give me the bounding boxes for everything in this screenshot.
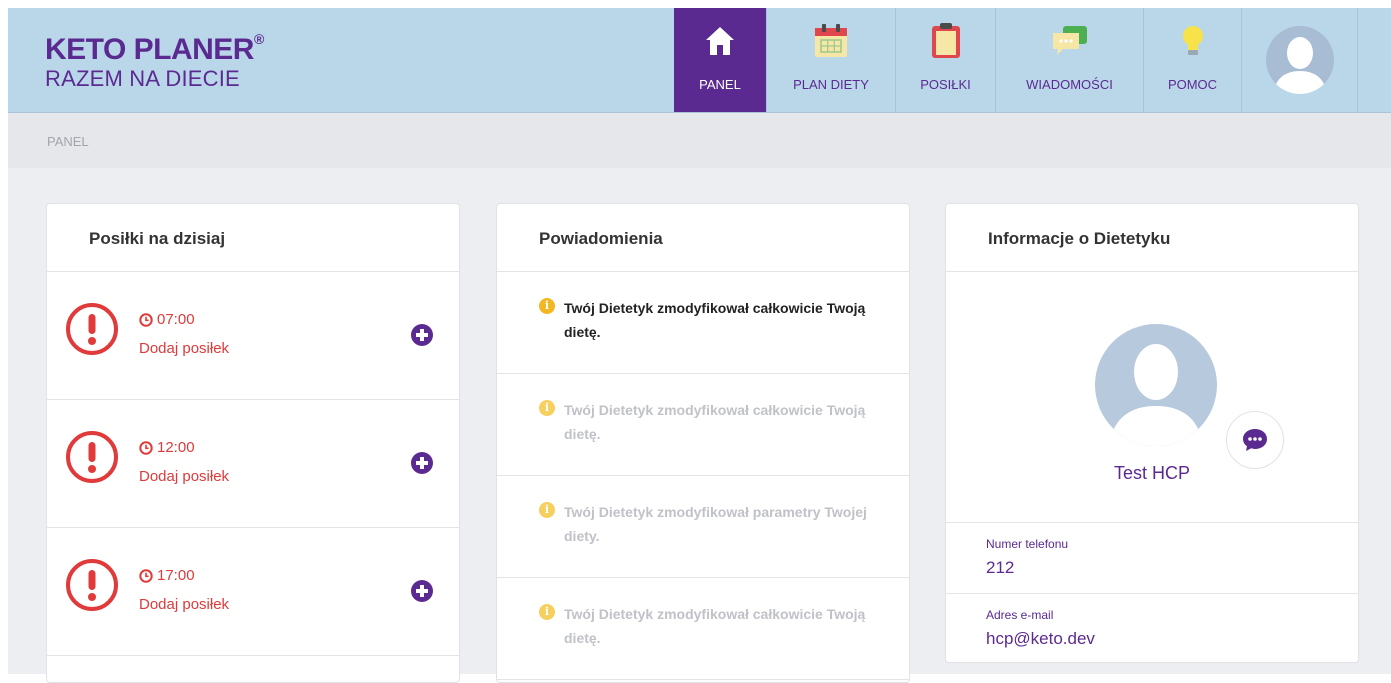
info-icon: i	[539, 502, 555, 518]
notification-item[interactable]: i Twój Dietetyk zmodyfikował całkowicie …	[497, 374, 909, 476]
chat-icon	[1051, 23, 1089, 59]
notification-text: Twój Dietetyk zmodyfikował całkowicie Tw…	[564, 402, 866, 442]
meal-time-value: 07:00	[157, 311, 195, 328]
message-dietitian-button[interactable]	[1226, 411, 1284, 469]
home-icon	[705, 23, 735, 59]
calendar-icon	[814, 23, 848, 59]
meal-time: 17:00	[139, 567, 195, 584]
nav-item-wiadomosci[interactable]: WIADOMOŚCI	[996, 8, 1144, 112]
info-icon: i	[539, 604, 555, 620]
meal-row: 07:00 Dodaj posiłek	[47, 272, 459, 400]
add-meal-link[interactable]: Dodaj posiłek	[139, 340, 229, 357]
notification-text: Twój Dietetyk zmodyfikował parametry Two…	[564, 504, 867, 544]
dietitian-card: Informacje o Dietetyku Test HCP Numer te…	[945, 203, 1359, 663]
breadcrumb-bar: PANEL	[8, 113, 1391, 168]
meal-time: 07:00	[139, 311, 195, 328]
person-icon	[1109, 344, 1203, 446]
alert-icon	[66, 431, 118, 483]
nav-label-pomoc: POMOC	[1167, 77, 1218, 92]
lightbulb-icon	[1181, 23, 1205, 59]
user-avatar-button[interactable]	[1242, 8, 1358, 112]
meals-card-title: Posiłki na dzisiaj	[47, 204, 459, 272]
nav-item-posilki[interactable]: POSIŁKI	[896, 8, 996, 112]
nav-item-panel[interactable]: PANEL	[674, 8, 767, 112]
nav-label-posilki: POSIŁKI	[920, 77, 971, 92]
notification-item[interactable]: i Twój Dietetyk zmodyfikował całkowicie …	[497, 272, 909, 374]
notifications-card-title: Powiadomienia	[497, 204, 909, 272]
add-meal-button[interactable]	[411, 324, 433, 346]
notification-item[interactable]: i Twój Dietetyk zmodyfikował całkowicie …	[497, 578, 909, 680]
user-avatar-icon	[1265, 26, 1334, 94]
nav-label-wiadomosci: WIADOMOŚCI	[1026, 77, 1113, 92]
notification-item[interactable]: i Twój Dietetyk zmodyfikował parametry T…	[497, 476, 909, 578]
add-meal-button[interactable]	[411, 580, 433, 602]
alert-icon	[66, 559, 118, 611]
breadcrumb: PANEL	[47, 134, 89, 149]
notification-text: Twój Dietetyk zmodyfikował całkowicie Tw…	[564, 606, 866, 646]
nav-item-pomoc[interactable]: POMOC	[1144, 8, 1242, 112]
email-value[interactable]: hcp@keto.dev	[986, 629, 1095, 649]
nav-item-plan-diety[interactable]: PLAN DIETY	[767, 8, 896, 112]
clipboard-icon	[931, 23, 961, 59]
add-meal-button[interactable]	[411, 452, 433, 474]
top-header: KETO PLANER® RAZEM NA DIECIE PANEL PLAN …	[8, 8, 1391, 114]
alert-icon	[66, 303, 118, 355]
nav-label-plan-diety: PLAN DIETY	[793, 77, 869, 92]
email-label: Adres e-mail	[986, 608, 1054, 622]
info-icon: i	[539, 400, 555, 416]
dietitian-avatar	[1095, 324, 1217, 446]
brand-title: KETO PLANER®	[45, 31, 264, 66]
brand-subtitle: RAZEM NA DIECIE	[45, 66, 240, 91]
add-meal-link[interactable]: Dodaj posiłek	[139, 596, 229, 613]
main-nav: PANEL PLAN DIETY POSIŁKI WIADOMOŚCI POMO…	[674, 8, 1358, 112]
clock-icon	[139, 568, 153, 583]
meal-row: 17:00 Dodaj posiłek	[47, 528, 459, 656]
add-meal-link[interactable]: Dodaj posiłek	[139, 468, 229, 485]
meal-row: 12:00 Dodaj posiłek	[47, 400, 459, 528]
meal-time-value: 12:00	[157, 439, 195, 456]
info-icon: i	[539, 298, 555, 314]
email-field: Adres e-mail hcp@keto.dev	[946, 594, 1358, 662]
phone-value[interactable]: 212	[986, 558, 1014, 578]
nav-label-panel: PANEL	[699, 77, 741, 92]
notifications-card: Powiadomienia i Twój Dietetyk zmodyfikow…	[496, 203, 910, 683]
meal-time-value: 17:00	[157, 567, 195, 584]
clock-icon	[139, 440, 153, 455]
dietitian-card-title: Informacje o Dietetyku	[946, 204, 1358, 272]
clock-icon	[139, 312, 153, 327]
brand-logo[interactable]: KETO PLANER® RAZEM NA DIECIE	[45, 27, 264, 92]
notification-text: Twój Dietetyk zmodyfikował całkowicie Tw…	[564, 300, 866, 340]
chat-bubble-icon	[1243, 429, 1267, 451]
meals-card: Posiłki na dzisiaj 07:00 Dodaj posiłek 1…	[46, 203, 460, 683]
dietitian-profile: Test HCP	[946, 272, 1358, 523]
dietitian-name: Test HCP	[1113, 463, 1191, 483]
phone-field: Numer telefonu 212	[946, 523, 1358, 594]
phone-label: Numer telefonu	[986, 537, 1069, 551]
meal-time: 12:00	[139, 439, 195, 456]
